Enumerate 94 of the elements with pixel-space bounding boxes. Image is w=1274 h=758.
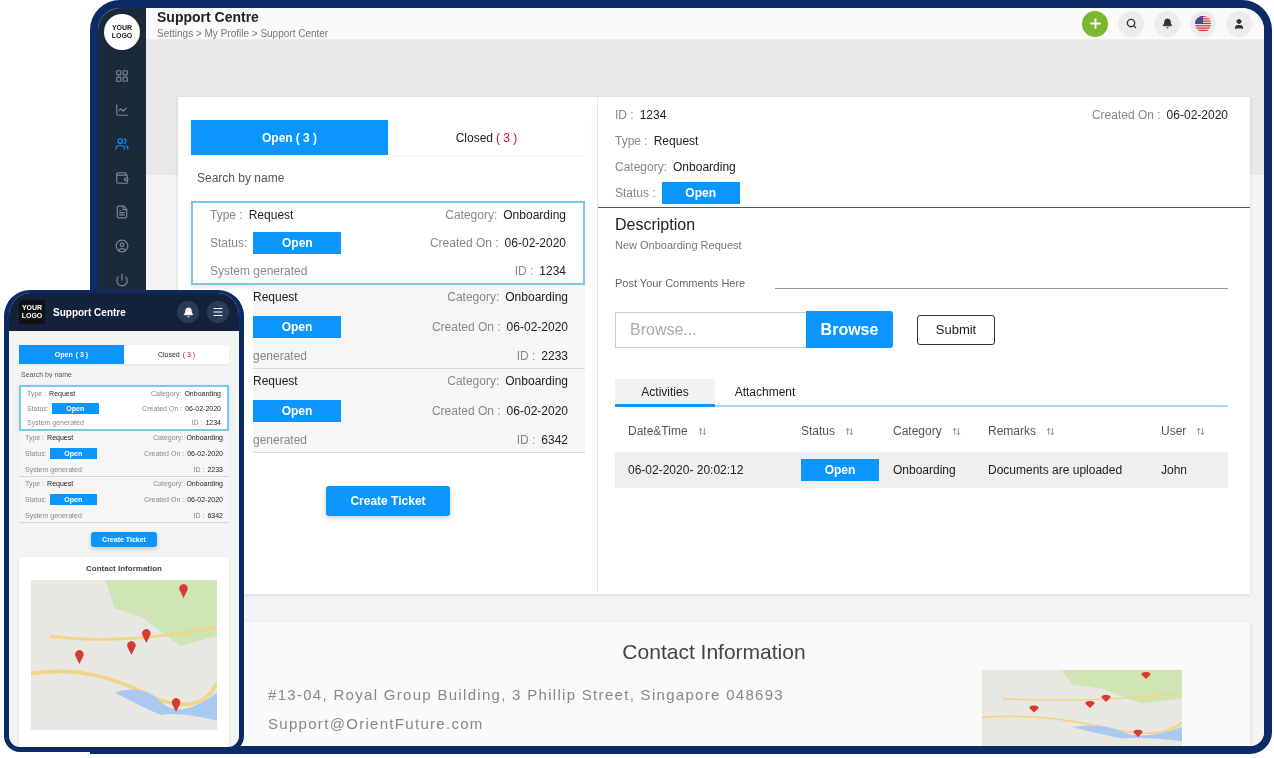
bell-icon xyxy=(1161,18,1173,29)
section-title: Contact Information xyxy=(621,640,807,664)
field-label: Category: xyxy=(615,160,668,174)
field-label: ID : xyxy=(615,108,634,122)
ticket-source: System generated xyxy=(210,264,309,278)
ticket-card[interactable]: Type : Request Status: Open System generated Category: Onboarding Created On : 06-02-2020 ID : 1234 xyxy=(191,201,585,285)
table-cell-text: Documents are uploaded xyxy=(987,463,1124,477)
profile-button[interactable] xyxy=(1226,10,1252,37)
column-header[interactable]: Status xyxy=(801,424,836,438)
ticket-date: 06-02-2020 xyxy=(1166,108,1228,122)
status-badge: Open xyxy=(801,459,879,481)
users-icon[interactable] xyxy=(115,137,129,151)
field-label: ID : xyxy=(514,264,534,278)
sort-icon[interactable] xyxy=(845,426,855,436)
search-field[interactable]: Search by name xyxy=(191,163,585,193)
column-header[interactable]: Category xyxy=(893,424,942,438)
column-header[interactable]: Date&Time xyxy=(628,424,688,438)
ticket-date: 06-02-2020 xyxy=(506,319,568,334)
status-badge: Open xyxy=(253,399,341,422)
email-text: Support@OrientFuture.com xyxy=(268,715,485,732)
ticket-card[interactable]: Request Open generated Category: Onboarding Created On : 06-02-2020 ID : 2233 xyxy=(253,285,585,369)
notification-button[interactable] xyxy=(1154,10,1180,37)
ticket-date: 06-02-2020 xyxy=(504,236,566,250)
user-icon xyxy=(1233,17,1245,30)
field-label: Type : xyxy=(615,134,648,148)
description-text: New Onboarding Request xyxy=(615,239,743,251)
ticket-type: Request xyxy=(253,374,298,388)
plus-icon xyxy=(1087,16,1103,31)
bell-icon xyxy=(182,306,194,318)
page-title: Support Centre xyxy=(157,8,260,25)
ticket-source: generated xyxy=(253,433,309,447)
ticket-id: 1234 xyxy=(539,264,566,278)
flag-icon xyxy=(1195,15,1211,32)
file-field[interactable]: Browse... xyxy=(615,311,806,348)
column-header[interactable]: User xyxy=(1161,424,1187,438)
field-label: Created On : xyxy=(429,236,499,250)
ticket-card[interactable]: Request Open generated Category: Onboarding Created On : 06-02-2020 ID : 6342 xyxy=(253,369,585,453)
ticket-category: Onboarding xyxy=(505,290,568,304)
field-label: Category: xyxy=(447,374,500,388)
status-badge: Open xyxy=(661,182,740,204)
column-header[interactable]: Remarks xyxy=(988,424,1036,438)
table-cell-text: John xyxy=(1160,463,1189,477)
field-label: Created On : xyxy=(1091,108,1161,122)
menu-icon xyxy=(212,306,224,318)
menu-button[interactable] xyxy=(207,301,229,323)
chart-icon[interactable] xyxy=(115,103,129,117)
language-button[interactable] xyxy=(1190,10,1216,37)
field-label: Created On : xyxy=(431,319,501,334)
ticket-source: generated xyxy=(253,349,309,363)
tab[interactable]: Closed ( 3 ) xyxy=(388,120,585,155)
ticket-id: 1234 xyxy=(639,108,667,122)
search-button[interactable] xyxy=(1118,10,1144,37)
wallet-icon[interactable] xyxy=(115,171,129,185)
sort-icon[interactable] xyxy=(1196,426,1206,436)
section-title: Description xyxy=(615,216,697,234)
grid-icon[interactable] xyxy=(115,69,129,83)
ticket-category: Onboarding xyxy=(503,208,566,222)
sort-icon[interactable] xyxy=(1046,426,1055,436)
tab[interactable]: Activities xyxy=(615,379,715,407)
sort-icon[interactable] xyxy=(697,426,707,436)
field-label: Category: xyxy=(445,208,498,222)
sort-icon[interactable] xyxy=(951,426,961,436)
status-badge: Open xyxy=(253,315,341,338)
ticket-category: Onboarding xyxy=(673,160,736,174)
ticket-type: Request xyxy=(248,208,294,222)
page-title: Support Centre xyxy=(53,306,127,318)
field-label: Created On : xyxy=(431,403,501,418)
ticket-id: 6342 xyxy=(541,433,568,447)
field-label: Type : xyxy=(210,208,243,222)
submit-button[interactable]: Submit xyxy=(917,314,995,345)
ticket-type: Request xyxy=(253,290,298,304)
field-label: Status : xyxy=(615,186,656,200)
add-button[interactable] xyxy=(1082,10,1108,37)
ticket-type: Request xyxy=(653,134,699,148)
search-icon xyxy=(1125,18,1137,29)
field-label: Category: xyxy=(447,290,500,304)
status-badge: Open xyxy=(253,232,342,254)
ticket-category: Onboarding xyxy=(505,374,568,388)
notification-button[interactable] xyxy=(177,301,199,323)
ticket-id: 2233 xyxy=(541,349,568,363)
table-cell-text: Onboarding xyxy=(892,463,957,477)
field-label: Status: xyxy=(210,236,248,250)
field-label: ID : xyxy=(516,433,536,447)
field-label: ID : xyxy=(516,349,536,363)
section-title: Contact Information xyxy=(86,564,162,573)
user-circle-icon[interactable] xyxy=(115,239,129,253)
comment-label: Post Your Comments Here xyxy=(615,277,746,289)
table-cell-text: 06-02-2020- 20:02:12 xyxy=(627,463,745,477)
address-text: #13-04, Royal Group Building, 3 Phillip Street, Singapore 048693 xyxy=(268,686,785,703)
power-icon[interactable] xyxy=(115,273,129,287)
ticket-date: 06-02-2020 xyxy=(506,403,568,418)
document-icon[interactable] xyxy=(115,205,129,219)
tab[interactable]: Attachment xyxy=(715,379,815,407)
breadcrumb: Settings > My Profile > Support Center xyxy=(157,27,330,39)
